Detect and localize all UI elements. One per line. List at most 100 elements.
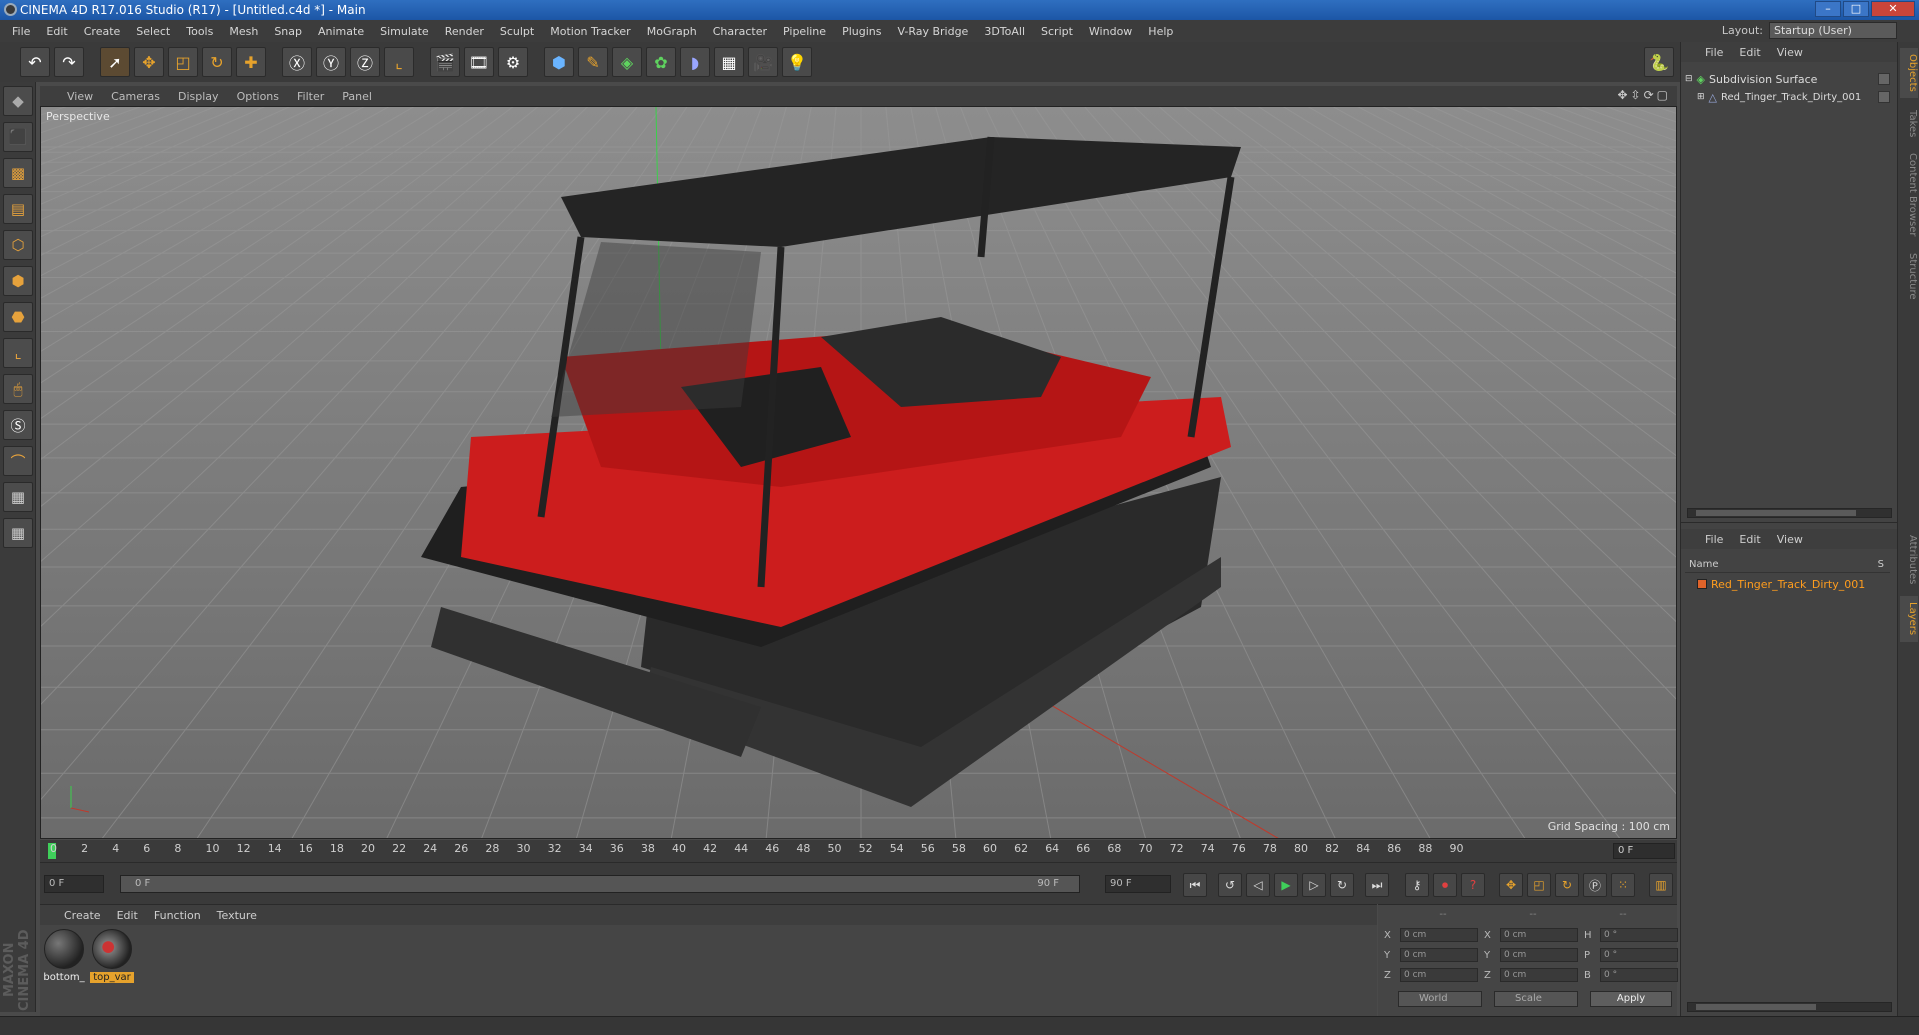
- objects-menu-file[interactable]: File: [1697, 46, 1731, 59]
- viewport-menu-cameras[interactable]: Cameras: [102, 90, 169, 103]
- viewport[interactable]: Perspective Grid Spacing : 100 cm: [40, 106, 1677, 839]
- end-frame-field[interactable]: 90 F: [1105, 875, 1171, 893]
- pen-button[interactable]: ✎: [578, 47, 608, 77]
- light-button[interactable]: 💡: [782, 47, 812, 77]
- workplane-mode-button[interactable]: ▤: [3, 194, 33, 224]
- object-row-subdivision[interactable]: ⊟ ◈ Subdivision Surface: [1685, 70, 1890, 88]
- object-row-vehicle[interactable]: ⊞ △ Red_Tinger_Track_Dirty_001: [1697, 88, 1890, 106]
- key-param-button[interactable]: Ⓟ: [1583, 873, 1607, 897]
- menu-item-snap[interactable]: Snap: [266, 25, 310, 38]
- collapse-icon[interactable]: ⊟: [1685, 74, 1693, 84]
- magnet-button[interactable]: ⌒: [3, 446, 33, 476]
- pos-x-field[interactable]: 0 cm: [1400, 928, 1478, 942]
- apply-button[interactable]: Apply: [1590, 991, 1672, 1007]
- menu-item-sculpt[interactable]: Sculpt: [492, 25, 542, 38]
- object-mode-button[interactable]: ⬛: [3, 122, 33, 152]
- python-button[interactable]: 🐍: [1644, 47, 1674, 77]
- array-button[interactable]: ✿: [646, 47, 676, 77]
- size-z-field[interactable]: 0 cm: [1500, 968, 1578, 982]
- object-manager-scrollbar[interactable]: [1687, 508, 1892, 518]
- menu-item-3dtoall[interactable]: 3DToAll: [976, 25, 1033, 38]
- minimize-button[interactable]: –: [1815, 1, 1841, 17]
- current-frame-field[interactable]: 0 F: [1613, 843, 1675, 859]
- rot-p-field[interactable]: 0 °: [1600, 948, 1678, 962]
- redo-button[interactable]: ↷: [54, 47, 84, 77]
- rot-h-field[interactable]: 0 °: [1600, 928, 1678, 942]
- rot-b-field[interactable]: 0 °: [1600, 968, 1678, 982]
- tab-attributes[interactable]: Attributes: [1900, 530, 1918, 590]
- menu-item-script[interactable]: Script: [1033, 25, 1081, 38]
- menu-item-plugins[interactable]: Plugins: [834, 25, 889, 38]
- menu-item-tools[interactable]: Tools: [178, 25, 221, 38]
- size-y-field[interactable]: 0 cm: [1500, 948, 1578, 962]
- menu-item-create[interactable]: Create: [76, 25, 129, 38]
- pos-y-field[interactable]: 0 cm: [1400, 948, 1478, 962]
- select-tool-button[interactable]: ➚: [100, 47, 130, 77]
- menu-item-character[interactable]: Character: [705, 25, 775, 38]
- render-picture-viewer-button[interactable]: 🎞: [464, 47, 494, 77]
- menu-item-render[interactable]: Render: [437, 25, 492, 38]
- render-view-button[interactable]: 🎬: [430, 47, 460, 77]
- menu-item-simulate[interactable]: Simulate: [372, 25, 437, 38]
- go-to-start-button[interactable]: ⏮: [1183, 873, 1207, 897]
- layout-dropdown[interactable]: Startup (User): [1769, 22, 1897, 39]
- next-frame-button[interactable]: ▷: [1302, 873, 1326, 897]
- menu-item-select[interactable]: Select: [128, 25, 178, 38]
- render-settings-button[interactable]: ⚙: [498, 47, 528, 77]
- material-menu-create[interactable]: Create: [56, 909, 109, 922]
- add-tool-button[interactable]: ✚: [236, 47, 266, 77]
- record-keys-button[interactable]: ⚷: [1405, 873, 1429, 897]
- deformer-button[interactable]: ◗: [680, 47, 710, 77]
- key-pla-button[interactable]: ⁙: [1611, 873, 1635, 897]
- world-dropdown[interactable]: World: [1398, 991, 1482, 1007]
- points-mode-button[interactable]: ⬡: [3, 230, 33, 260]
- menu-item-window[interactable]: Window: [1081, 25, 1140, 38]
- lock-workplane-button[interactable]: ▦: [3, 482, 33, 512]
- material-bottom[interactable]: bottom_: [42, 929, 86, 983]
- frame-range-slider[interactable]: 0 F 90 F: [120, 875, 1080, 893]
- layers-menu-file[interactable]: File: [1697, 533, 1731, 546]
- texture-mode-button[interactable]: ▩: [3, 158, 33, 188]
- material-menu-texture[interactable]: Texture: [209, 909, 265, 922]
- visibility-tag[interactable]: [1878, 91, 1890, 103]
- tab-takes[interactable]: Takes: [1900, 104, 1918, 144]
- tab-content-browser[interactable]: Content Browser: [1900, 150, 1918, 240]
- tab-layers[interactable]: Layers: [1900, 596, 1918, 642]
- size-x-field[interactable]: 0 cm: [1500, 928, 1578, 942]
- menu-item-mograph[interactable]: MoGraph: [639, 25, 705, 38]
- play-button[interactable]: ▶: [1274, 873, 1298, 897]
- grid-snap-button[interactable]: ▦: [3, 518, 33, 548]
- layer-row[interactable]: Red_Tinger_Track_Dirty_001: [1685, 575, 1890, 593]
- subdivision-button[interactable]: ◈: [612, 47, 642, 77]
- polygons-mode-button[interactable]: ⬣: [3, 302, 33, 332]
- timeline[interactable]: 0 F 0 2 4 6 8 10 12 14 16 18 20 22 24 26 28 30 32 34 36 38 4…: [40, 840, 1677, 862]
- scale-tool-button[interactable]: ◰: [168, 47, 198, 77]
- key-help-button[interactable]: ?: [1461, 873, 1485, 897]
- edges-mode-button[interactable]: ⬢: [3, 266, 33, 296]
- y-axis-button[interactable]: Ⓨ: [316, 47, 346, 77]
- previous-key-button[interactable]: ↺: [1218, 873, 1242, 897]
- camera-button[interactable]: 🎥: [748, 47, 778, 77]
- z-axis-button[interactable]: Ⓩ: [350, 47, 380, 77]
- layers-menu-edit[interactable]: Edit: [1731, 533, 1768, 546]
- tweak-mode-button[interactable]: 🖱: [3, 374, 33, 404]
- menu-item-help[interactable]: Help: [1140, 25, 1181, 38]
- viewport-menu-options[interactable]: Options: [228, 90, 288, 103]
- menu-item-mesh[interactable]: Mesh: [221, 25, 266, 38]
- key-scale-button[interactable]: ◰: [1527, 873, 1551, 897]
- viewport-menu-display[interactable]: Display: [169, 90, 228, 103]
- viewport-menu-panel[interactable]: Panel: [333, 90, 381, 103]
- layer-manager-scrollbar[interactable]: [1687, 1002, 1892, 1012]
- autokey-button[interactable]: ⏺: [1433, 873, 1457, 897]
- objects-menu-view[interactable]: View: [1769, 46, 1811, 59]
- cube-button[interactable]: ⬢: [544, 47, 574, 77]
- key-position-button[interactable]: ✥: [1499, 873, 1523, 897]
- material-menu-function[interactable]: Function: [146, 909, 209, 922]
- start-frame-field[interactable]: 0 F: [44, 875, 104, 893]
- layers-menu-view[interactable]: View: [1769, 533, 1811, 546]
- menu-item-animate[interactable]: Animate: [310, 25, 372, 38]
- move-tool-button[interactable]: ✥: [134, 47, 164, 77]
- x-axis-button[interactable]: Ⓧ: [282, 47, 312, 77]
- axis-mode-button[interactable]: ⌞: [3, 338, 33, 368]
- model-mode-button[interactable]: ◆: [3, 86, 33, 116]
